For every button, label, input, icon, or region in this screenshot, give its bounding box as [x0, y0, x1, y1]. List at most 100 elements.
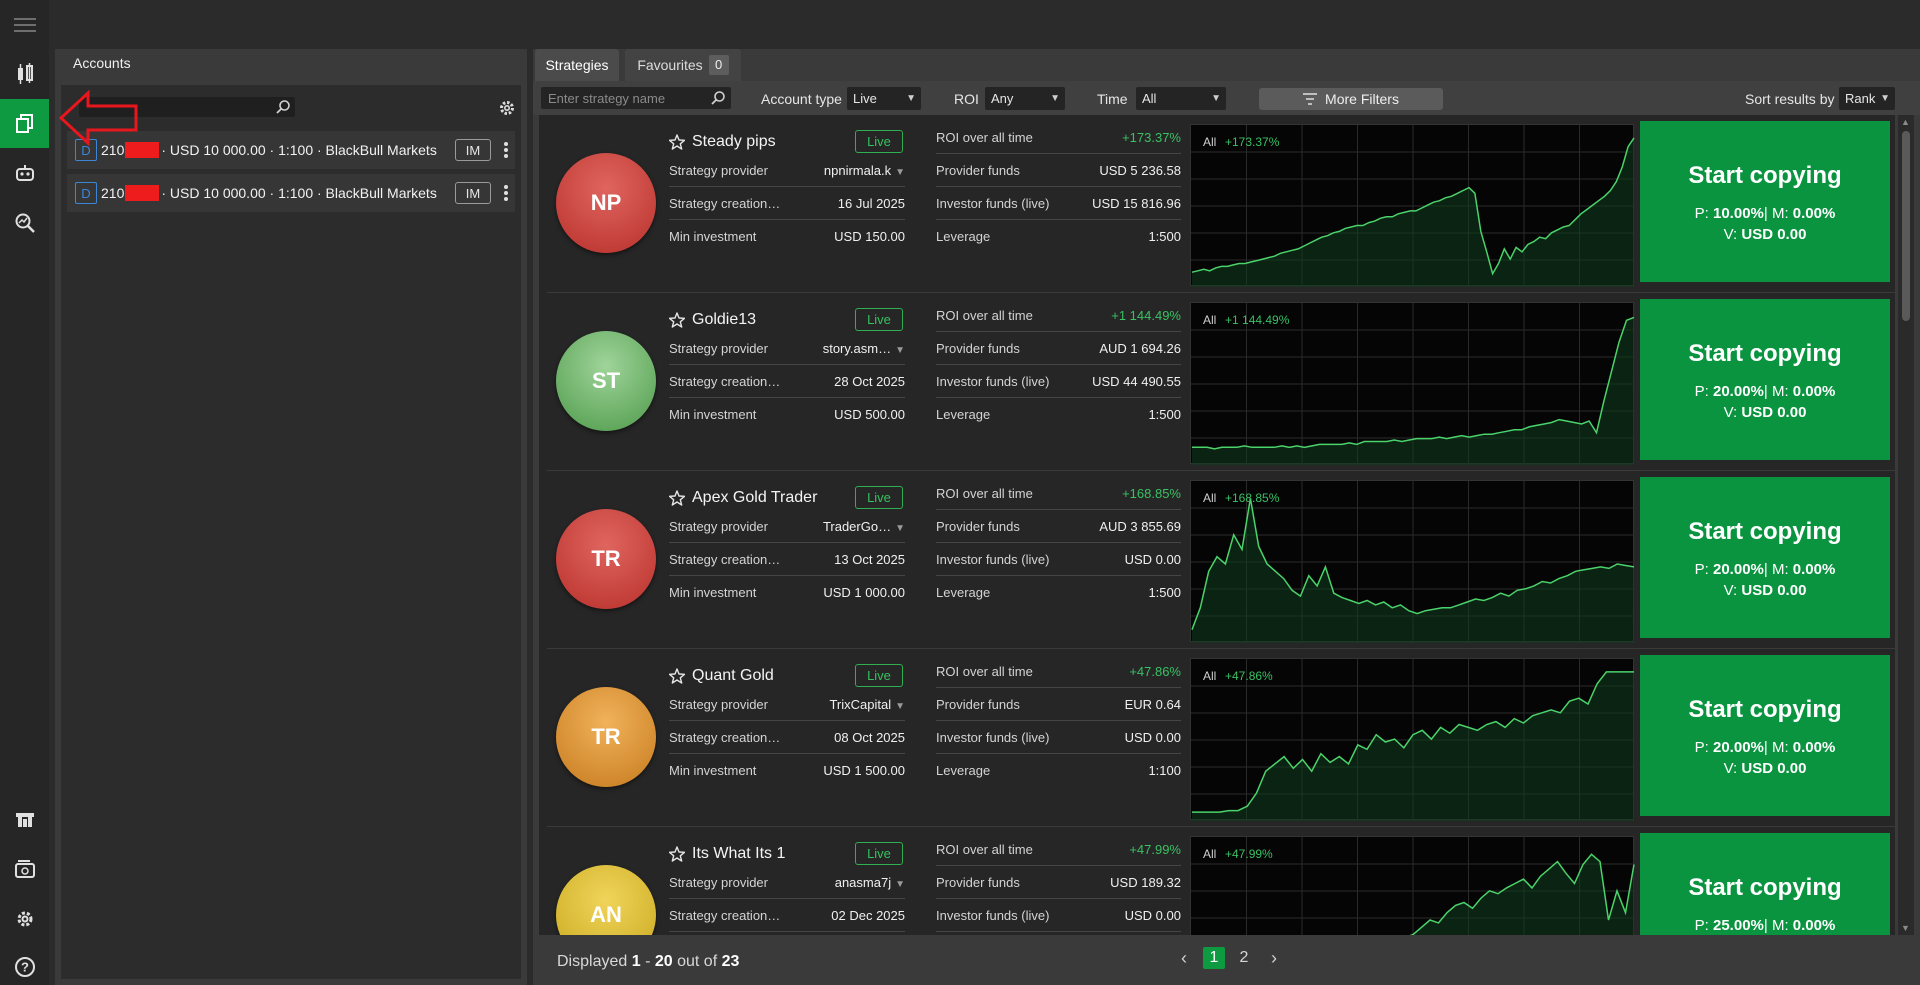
strategy-name[interactable]: Steady pips [692, 133, 776, 151]
start-copying-button[interactable]: Start copying P: 10.00%| M: 0.00% V: USD 0… [1640, 121, 1890, 282]
help-icon[interactable]: ? [0, 942, 49, 985]
strategy-card[interactable]: TR Quant Gold Live Strategy provider TrixCap… [547, 649, 1895, 827]
copy-volume: V: USD 0.00 [1723, 582, 1807, 599]
robot-icon[interactable] [0, 148, 49, 197]
account-row[interactable]: D 210 · USD 10 000.00 · 1:100 · BlackBul… [67, 174, 515, 212]
provider-funds-value: EUR 0.64 [1124, 697, 1181, 712]
favourite-star-icon[interactable] [669, 312, 685, 328]
strategy-name-row: Its What Its 1 [669, 845, 785, 863]
sort-select[interactable]: Rank ▼ [1839, 87, 1895, 110]
tab-strategies[interactable]: Strategies [535, 49, 619, 81]
favourite-star-icon[interactable] [669, 134, 685, 150]
min-investment-field: Min investment USD 150.00 [669, 220, 905, 253]
strategy-name[interactable]: Its What Its 1 [692, 845, 785, 863]
field-label: Leverage [936, 229, 991, 244]
menu-icon[interactable] [0, 0, 49, 49]
strategy-list-scrollbar[interactable]: ▲ ▼ [1898, 115, 1914, 935]
more-options-icon[interactable] [503, 184, 509, 202]
strategies-panel: Strategies Favourites 0 Account type Liv… [533, 49, 1920, 985]
gear-icon[interactable] [0, 894, 49, 943]
favourite-star-icon[interactable] [669, 846, 685, 862]
more-options-icon[interactable] [503, 141, 509, 159]
page-2-button[interactable]: 2 [1233, 947, 1255, 969]
scroll-down-icon[interactable]: ▼ [1901, 923, 1910, 933]
roi-field: ROI over all time +168.85% [936, 477, 1181, 510]
field-label: Strategy provider [669, 697, 768, 712]
chart-icon[interactable] [0, 49, 49, 98]
start-copying-button[interactable]: Start copying P: 20.00%| M: 0.00% V: USD 0… [1640, 655, 1890, 816]
account-type-select[interactable]: Live ▼ [847, 87, 921, 110]
field-label: Strategy creation… [669, 730, 781, 745]
deposit-icon[interactable] [0, 795, 49, 844]
strategy-provider-value[interactable]: TraderGo… ▼ [823, 519, 905, 534]
strategy-creation-field: Strategy creation… 16 Jul 2025 [669, 187, 905, 220]
strategy-card[interactable]: NP Steady pips Live Strategy provider npnirm… [547, 115, 1895, 293]
field-label: Provider funds [936, 519, 1020, 534]
start-copying-label: Start copying [1688, 340, 1842, 367]
min-investment-value: USD 1 000.00 [823, 585, 905, 600]
performance-chart[interactable]: All +168.85% [1190, 480, 1635, 643]
analyze-icon[interactable] [0, 198, 49, 247]
provider-funds-field: Provider funds AUD 1 694.26 [936, 332, 1181, 365]
wallet-icon[interactable] [0, 845, 49, 894]
scroll-up-icon[interactable]: ▲ [1901, 117, 1910, 127]
chevron-down-icon: ▼ [895, 879, 905, 890]
performance-chart[interactable]: All +47.86% [1190, 658, 1635, 821]
strategy-search-input[interactable] [541, 87, 701, 109]
field-label: Investor funds (live) [936, 374, 1050, 389]
field-label: Investor funds (live) [936, 730, 1050, 745]
investor-funds-value: USD 0.00 [1124, 730, 1181, 745]
performance-chart[interactable]: All +173.37% [1190, 124, 1635, 287]
avatar-initials: ST [591, 368, 621, 393]
field-label: Provider funds [936, 697, 1020, 712]
strategy-card[interactable]: ST Goldie13 Live Strategy provider story.asm… [547, 293, 1895, 471]
im-button[interactable]: IM [455, 182, 491, 204]
investor-funds-value: USD 0.00 [1124, 552, 1181, 567]
time-select[interactable]: All ▼ [1136, 87, 1226, 110]
time-value: All [1142, 91, 1157, 106]
strategy-creation-value: 28 Oct 2025 [834, 374, 905, 389]
more-filters-button[interactable]: More Filters [1259, 88, 1443, 110]
strategy-name[interactable]: Apex Gold Trader [692, 489, 817, 507]
performance-chart[interactable]: All +47.99% [1190, 836, 1635, 935]
strategy-provider-value[interactable]: TrixCapital ▼ [829, 697, 905, 712]
pagination: ‹ 1 2 › [1169, 947, 1289, 969]
page-1-button[interactable]: 1 [1203, 947, 1225, 969]
provider-funds-value: AUD 1 694.26 [1099, 341, 1181, 356]
field-label: Min investment [669, 585, 757, 600]
strategy-card[interactable]: TR Apex Gold Trader Live Strategy provider T… [547, 471, 1895, 649]
start-copying-button[interactable]: Start copying P: 20.00%| M: 0.00% V: USD 0… [1640, 477, 1890, 638]
performance-chart-svg [1191, 481, 1635, 643]
copy-icon[interactable] [0, 99, 49, 148]
strategy-search[interactable] [541, 87, 731, 109]
im-button[interactable]: IM [455, 139, 491, 161]
demo-badge: D [75, 182, 97, 204]
favourite-star-icon[interactable] [669, 668, 685, 684]
strategy-name[interactable]: Goldie13 [692, 311, 756, 329]
min-investment-field: Min investment USD 500.00 [669, 398, 905, 431]
search-icon [276, 100, 290, 114]
strategy-provider-value[interactable]: npnirmala.k ▼ [824, 163, 905, 178]
accounts-settings-gear-icon[interactable] [498, 99, 516, 117]
roi-select[interactable]: Any ▼ [985, 87, 1065, 110]
account-type-value: Live [853, 91, 877, 106]
strategy-provider-value[interactable]: story.asm… ▼ [823, 341, 905, 356]
strategy-name[interactable]: Quant Gold [692, 667, 774, 685]
performance-chart[interactable]: All +1 144.49% [1190, 302, 1635, 465]
start-copying-button[interactable]: Start copying P: 20.00%| M: 0.00% V: USD 0… [1640, 299, 1890, 460]
favourite-star-icon[interactable] [669, 490, 685, 506]
provider-funds-field: Provider funds AUD 3 855.69 [936, 510, 1181, 543]
strategy-provider-value[interactable]: anasma7j ▼ [835, 875, 905, 890]
previous-page-icon[interactable]: ‹ [1169, 947, 1199, 969]
tab-favourites[interactable]: Favourites 0 [625, 49, 741, 81]
scrollbar-thumb[interactable] [1902, 131, 1910, 321]
field-label: ROI over all time [936, 308, 1033, 323]
next-page-icon[interactable]: › [1259, 947, 1289, 969]
strategy-card[interactable]: AN Its What Its 1 Live Strategy provider ana… [547, 827, 1895, 935]
performance-chart-svg [1191, 659, 1635, 821]
investor-funds-field: Investor funds (live) USD 0.00 [936, 899, 1181, 932]
start-copying-button[interactable]: Start copyingP: 25.00%| M: 0.00%V: [1640, 833, 1890, 935]
strategy-name-row: Apex Gold Trader [669, 489, 817, 507]
copy-params: P: 20.00%| M: 0.00% [1694, 739, 1836, 756]
field-label: Leverage [936, 763, 991, 778]
